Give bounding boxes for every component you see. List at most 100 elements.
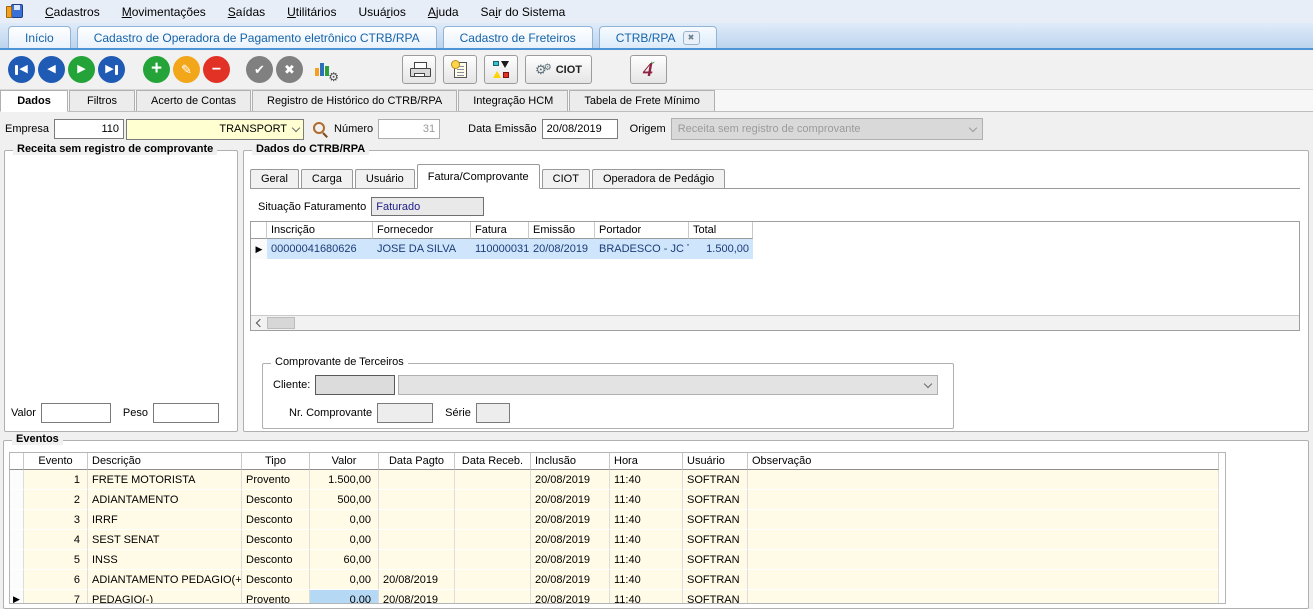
grid-cell[interactable] <box>455 590 531 604</box>
print-button[interactable] <box>402 55 436 84</box>
nav-first-button[interactable]: ◀ <box>8 56 35 83</box>
menu-item-movimentacoes[interactable]: Movimentações <box>122 5 206 19</box>
grid-cell[interactable] <box>748 530 1219 550</box>
grid-cell[interactable]: 11:40 <box>610 470 683 490</box>
grid-cell[interactable] <box>748 590 1219 604</box>
nav-next-button[interactable]: ▶ <box>68 56 95 83</box>
grid-cell[interactable] <box>455 550 531 570</box>
grid-cell[interactable]: 20/08/2019 <box>531 530 610 550</box>
grid-cell[interactable]: 11:40 <box>610 490 683 510</box>
grid-cell[interactable]: 20/08/2019 <box>531 490 610 510</box>
grid-cell[interactable]: Provento <box>242 590 310 604</box>
grid-cell[interactable]: 20/08/2019 <box>531 510 610 530</box>
grid-cell[interactable] <box>455 530 531 550</box>
grid-cell[interactable]: INSS <box>88 550 242 570</box>
nav-prev-button[interactable]: ◀ <box>38 56 65 83</box>
peso-input[interactable] <box>153 403 219 423</box>
grid-cell[interactable]: Desconto <box>242 510 310 530</box>
tab-acerto-de-contas[interactable]: Acerto de Contas <box>136 90 251 111</box>
grid-cell[interactable]: SOFTRAN <box>683 470 748 490</box>
grid-cell[interactable]: 11:40 <box>610 550 683 570</box>
grid-cell[interactable]: 0,00 <box>310 530 379 550</box>
grid-cell[interactable]: SOFTRAN <box>683 570 748 590</box>
grid-cell[interactable]: 0,00 <box>310 510 379 530</box>
menu-item-cadastros[interactable]: Cadastros <box>45 5 100 19</box>
grid-cell[interactable]: 6 <box>24 570 88 590</box>
empresa-code-input[interactable] <box>54 119 124 139</box>
grid-cell[interactable]: ▶ <box>10 590 24 604</box>
grid-cell[interactable] <box>379 550 455 570</box>
grid-cell[interactable]: IRRF <box>88 510 242 530</box>
grid-cell[interactable]: SOFTRAN <box>683 530 748 550</box>
grid-cell[interactable]: 1.500,00 <box>689 239 753 259</box>
grid-cell[interactable] <box>455 490 531 510</box>
grid-cell[interactable]: 500,00 <box>310 490 379 510</box>
confirm-button[interactable]: ✔ <box>246 56 273 83</box>
grid-cell[interactable]: 0,00 <box>310 590 379 604</box>
scrollbar-thumb[interactable] <box>267 317 295 329</box>
grid-row[interactable]: 4SEST SENATDesconto0,00 20/08/201911:40SO… <box>10 530 1219 550</box>
menu-item-usuarios[interactable]: Usuários <box>358 5 405 19</box>
grid-cell[interactable]: 60,00 <box>310 550 379 570</box>
grid-row[interactable]: 2ADIANTAMENTODesconto500,0020/08/201911:… <box>10 490 1219 510</box>
tab-cadastro-freteiros[interactable]: Cadastro de Freteiros <box>443 26 593 48</box>
grid-cell[interactable]: 20/08/2019 <box>531 570 610 590</box>
grid-cell[interactable] <box>455 470 531 490</box>
tab-operadora-pedagio[interactable]: Operadora de Pedágio <box>592 169 725 189</box>
grid-cell[interactable]: 11:40 <box>610 570 683 590</box>
grid-cell[interactable]: 4 <box>24 530 88 550</box>
grid-cell[interactable]: 5 <box>24 550 88 570</box>
grid-cell[interactable]: 20/08/2019 <box>529 239 595 259</box>
close-icon[interactable]: ✖ <box>683 31 700 45</box>
menu-item-sair-do-sistema[interactable]: Sair do Sistema <box>481 5 566 19</box>
grid-cell[interactable] <box>748 510 1219 530</box>
grid-cell[interactable] <box>748 550 1219 570</box>
grid-cell[interactable]: ▶ <box>251 239 267 259</box>
grid-row[interactable]: ▶00000041680626JOSE DA SILVA11000003120/… <box>251 239 753 259</box>
grid-cell[interactable] <box>10 490 24 510</box>
tab-registro-historico[interactable]: Registro de Histórico do CTRB/RPA <box>252 90 457 111</box>
tab-dados[interactable]: Dados <box>0 90 68 112</box>
grid-cell[interactable]: Desconto <box>242 550 310 570</box>
grid-cell[interactable] <box>10 510 24 530</box>
tab-carga[interactable]: Carga <box>301 169 353 189</box>
data-emissao-input[interactable] <box>542 119 618 139</box>
valor-input[interactable] <box>41 403 111 423</box>
cliente-code-input[interactable] <box>315 375 395 395</box>
search-icon[interactable] <box>312 121 328 137</box>
nav-last-button[interactable]: ▶ <box>98 56 125 83</box>
grid-cell[interactable]: JOSE DA SILVA <box>373 239 471 259</box>
grid-cell[interactable] <box>379 530 455 550</box>
grid-cell[interactable]: SOFTRAN <box>683 490 748 510</box>
grid-cell[interactable] <box>748 570 1219 590</box>
grid-cell[interactable]: 11:40 <box>610 510 683 530</box>
empresa-name-combo[interactable]: TRANSPORT <box>126 119 304 140</box>
tab-ciot[interactable]: CIOT <box>542 169 590 189</box>
tab-usuario[interactable]: Usuário <box>355 169 415 189</box>
grid-cell[interactable]: ADIANTAMENTO PEDAGIO(+) <box>88 570 242 590</box>
tab-tabela-frete-minimo[interactable]: Tabela de Frete Mínimo <box>569 90 715 111</box>
grid-cell[interactable]: 110000031 <box>471 239 529 259</box>
grid-row[interactable]: 1FRETE MOTORISTAProvento1.500,0020/08/20… <box>10 470 1219 490</box>
grid-cell[interactable] <box>379 470 455 490</box>
grid-cell[interactable]: ADIANTAMENTO <box>88 490 242 510</box>
grid-cell[interactable] <box>379 510 455 530</box>
grid-cell[interactable]: BRADESCO - JC T <box>595 239 689 259</box>
grid-cell[interactable]: SEST SENAT <box>88 530 242 550</box>
grid-cell[interactable]: 11:40 <box>610 590 683 604</box>
tab-integracao-hcm[interactable]: Integração HCM <box>458 90 568 111</box>
cliente-name-select[interactable] <box>398 375 938 395</box>
tab-cadastro-operadora[interactable]: Cadastro de Operadora de Pagamento eletr… <box>77 26 437 48</box>
grid-cell[interactable]: SOFTRAN <box>683 510 748 530</box>
grid-cell[interactable]: 3 <box>24 510 88 530</box>
grid-cell[interactable]: Desconto <box>242 530 310 550</box>
edit-button[interactable]: ✎ <box>173 56 200 83</box>
grid-cell[interactable]: 11:40 <box>610 530 683 550</box>
grid-cell[interactable]: 2 <box>24 490 88 510</box>
cancel-button[interactable]: ✖ <box>276 56 303 83</box>
horizontal-scrollbar[interactable] <box>251 315 1299 330</box>
grid-cell[interactable] <box>379 490 455 510</box>
grid-cell[interactable] <box>10 530 24 550</box>
grid-row[interactable]: 3IRRFDesconto0,00 20/08/201911:40SOFTRAN <box>10 510 1219 530</box>
grid-cell[interactable]: 1.500,00 <box>310 470 379 490</box>
